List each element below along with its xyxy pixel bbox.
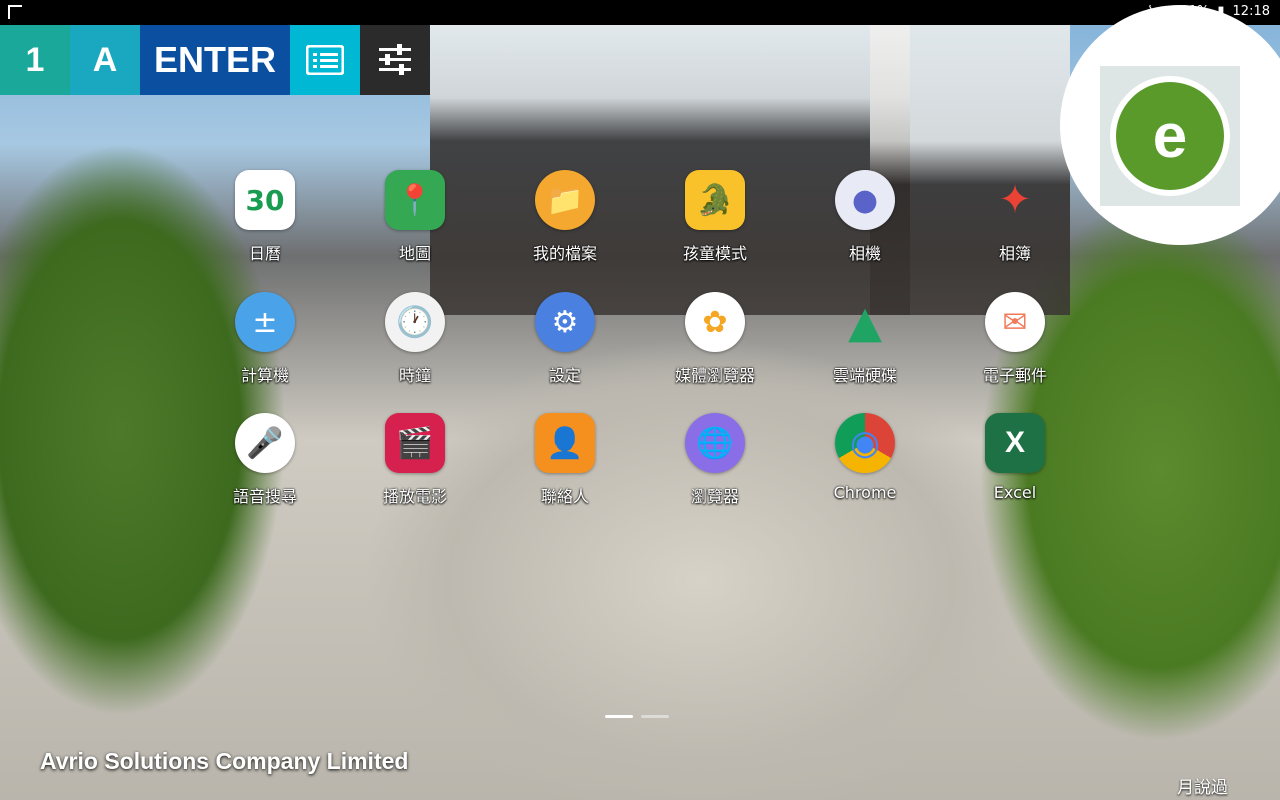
app-browser[interactable]: 🌐 瀏覽器 <box>640 413 790 507</box>
calculator-icon: ± <box>235 292 295 352</box>
status-bar: ⌇ ✈ 91% ▮ 12:18 <box>0 0 1280 25</box>
app-settings[interactable]: ⚙ 設定 <box>490 292 640 386</box>
keyboard-list-button[interactable] <box>290 25 360 95</box>
app-label: Excel <box>993 483 1037 502</box>
play-movies-icon: 🎬 <box>385 413 445 473</box>
app-maps[interactable]: 📍 地圖 <box>340 170 490 264</box>
app-label: 語音搜尋 <box>232 487 297 506</box>
bottom-right-label: 月說過 <box>1177 778 1228 798</box>
app-excel[interactable]: X Excel <box>940 413 1090 502</box>
app-label: 計算機 <box>240 366 289 385</box>
browser-globe-icon: 🌐 <box>685 413 745 473</box>
app-label: 相機 <box>848 244 881 263</box>
maps-icon: 📍 <box>385 170 445 230</box>
app-camera[interactable]: ● 相機 <box>790 170 940 264</box>
app-label: 日曆 <box>248 244 281 263</box>
app-label: Chrome <box>833 483 897 502</box>
app-drive[interactable]: ▲ 雲端硬碟 <box>790 292 940 386</box>
photos-icon: ✦ <box>998 177 1032 223</box>
app-label: 地圖 <box>398 244 431 263</box>
settings-gear-icon: ⚙ <box>535 292 595 352</box>
app-label: 雲端硬碟 <box>832 366 897 385</box>
app-label: 相簿 <box>998 244 1031 263</box>
calendar-icon: 30 <box>235 170 295 230</box>
sliders-icon <box>379 44 411 75</box>
app-label: 播放電影 <box>382 487 447 506</box>
company-label: Avrio Solutions Company Limited <box>40 748 409 774</box>
alpha-mode-button[interactable]: A <box>70 25 140 95</box>
app-calculator[interactable]: ± 計算機 <box>190 292 340 386</box>
folder-icon: 📁 <box>535 170 595 230</box>
settings-sliders-button[interactable] <box>360 25 430 95</box>
app-clock[interactable]: 🕐 時鐘 <box>340 292 490 386</box>
contacts-icon: 👤 <box>535 413 595 473</box>
app-label: 時鐘 <box>398 366 431 385</box>
app-label: 電子郵件 <box>982 366 1047 385</box>
app-label: 聯絡人 <box>540 487 589 506</box>
excel-icon: X <box>985 413 1045 473</box>
microphone-icon: 🎤 <box>235 413 295 473</box>
app-label: 瀏覽器 <box>690 487 739 506</box>
app-play-movies[interactable]: 🎬 播放電影 <box>340 413 490 507</box>
app-chrome[interactable]: ◉ Chrome <box>790 413 940 502</box>
number-mode-button[interactable]: 1 <box>0 25 70 95</box>
app-contacts[interactable]: 👤 聯絡人 <box>490 413 640 507</box>
page-dot-current[interactable] <box>605 715 633 718</box>
app-label: 我的檔案 <box>532 244 597 263</box>
status-notification-icon <box>8 5 22 19</box>
camera-icon: ● <box>835 170 895 230</box>
kids-mode-icon: 🐊 <box>685 170 745 230</box>
media-browser-icon: ✿ <box>685 292 745 352</box>
keyboard-list-icon <box>306 45 344 75</box>
app-photos[interactable]: ✦ 相簿 <box>940 170 1090 264</box>
eschoolpad-e-icon: e <box>1110 76 1230 196</box>
drive-icon: ▲ <box>848 296 882 348</box>
app-voice-search[interactable]: 🎤 語音搜尋 <box>190 413 340 507</box>
app-kids-mode[interactable]: 🐊 孩童模式 <box>640 170 790 264</box>
page-dot[interactable] <box>641 715 669 718</box>
app-media-browser[interactable]: ✿ 媒體瀏覽器 <box>640 292 790 386</box>
app-my-files[interactable]: 📁 我的檔案 <box>490 170 640 264</box>
app-label: 孩童模式 <box>682 244 747 263</box>
chrome-icon: ◉ <box>835 413 895 473</box>
clock-icon: 🕐 <box>385 292 445 352</box>
enter-button[interactable]: ENTER <box>140 25 290 95</box>
page-indicator[interactable] <box>605 715 669 718</box>
app-calendar[interactable]: 30 日曆 <box>190 170 340 264</box>
app-email[interactable]: ✉ 電子郵件 <box>940 292 1090 386</box>
email-icon: ✉ <box>985 292 1045 352</box>
clock-time: 12:18 <box>1232 4 1270 19</box>
eschoolpad-logo[interactable]: e <box>1100 66 1240 206</box>
input-toolbar: 1 A ENTER <box>0 25 430 95</box>
app-label: 媒體瀏覽器 <box>674 366 755 385</box>
app-label: 設定 <box>548 366 581 385</box>
